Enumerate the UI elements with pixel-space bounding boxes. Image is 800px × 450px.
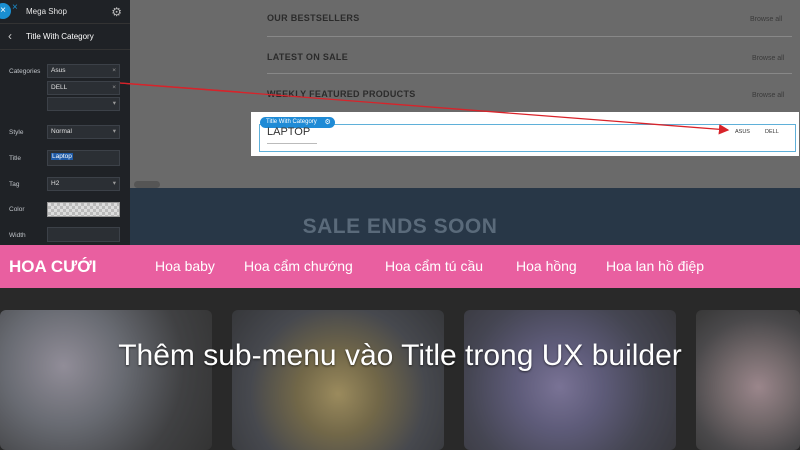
annotation-arrows: [119, 82, 730, 135]
nav-item-hoa-baby[interactable]: Hoa baby: [155, 258, 215, 274]
nav-item-hoa-lan-ho-diep[interactable]: Hoa lan hồ điệp: [606, 258, 704, 274]
color-picker[interactable]: [47, 202, 120, 217]
width-label: Width: [9, 232, 26, 239]
width-input[interactable]: [47, 227, 120, 242]
nav-item-hoa-cam-chuong[interactable]: Hoa cẩm chướng: [244, 258, 353, 274]
color-label: Color: [9, 206, 25, 213]
nav-item-hoa-cam-tu-cau[interactable]: Hoa cẩm tú cầu: [385, 258, 483, 274]
arrow-line: [119, 82, 241, 93]
brand-logo[interactable]: HOA CƯỚI: [9, 257, 96, 277]
main-nav: HOA CƯỚI Hoa baby Hoa cẩm chướng Hoa cẩm…: [0, 245, 800, 288]
nav-item-hoa-hong[interactable]: Hoa hồng: [516, 258, 577, 274]
page-headline: Thêm sub-menu vào Title trong UX builder: [118, 339, 682, 372]
